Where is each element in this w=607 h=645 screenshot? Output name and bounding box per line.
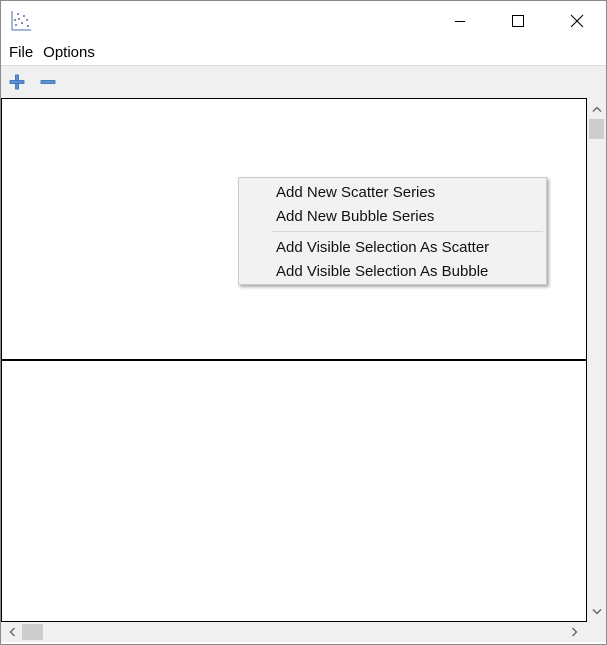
- maximize-button[interactable]: [489, 1, 547, 41]
- vertical-scrollbar[interactable]: [587, 98, 606, 622]
- menu-item-add-selection-bubble[interactable]: Add Visible Selection As Bubble: [242, 260, 543, 283]
- menu-options[interactable]: Options: [39, 42, 99, 64]
- menu-bar: File Options: [1, 41, 606, 65]
- minimize-icon: [455, 21, 465, 22]
- context-menu: Add New Scatter Series Add New Bubble Se…: [238, 177, 547, 285]
- horizontal-scroll-thumb[interactable]: [22, 624, 43, 640]
- horizontal-scrollbar[interactable]: [1, 622, 587, 642]
- plus-icon: [9, 74, 25, 90]
- scrollbar-corner: [587, 622, 606, 642]
- chevron-down-icon: [592, 608, 601, 614]
- chart-pane-bottom[interactable]: [2, 361, 586, 621]
- remove-series-button[interactable]: [38, 72, 58, 92]
- chevron-left-icon: [9, 627, 15, 637]
- close-button[interactable]: [548, 1, 606, 41]
- scroll-right-button[interactable]: [566, 622, 583, 642]
- menu-item-add-selection-scatter[interactable]: Add Visible Selection As Scatter: [242, 236, 543, 259]
- maximize-icon: [512, 15, 524, 27]
- menu-separator: [272, 231, 543, 232]
- menu-file[interactable]: File: [5, 42, 37, 64]
- menu-item-add-scatter-series[interactable]: Add New Scatter Series: [242, 181, 543, 204]
- add-series-button[interactable]: [7, 72, 27, 92]
- close-icon: [570, 14, 584, 28]
- scroll-left-button[interactable]: [3, 622, 20, 642]
- menu-item-add-bubble-series[interactable]: Add New Bubble Series: [242, 205, 543, 228]
- scatter-plot-icon: [10, 10, 32, 32]
- minus-icon: [40, 80, 56, 84]
- scroll-down-button[interactable]: [587, 603, 606, 620]
- toolbar: [1, 65, 606, 98]
- scroll-up-button[interactable]: [587, 100, 606, 117]
- app-window: File Options Add New Scatter Series Add …: [0, 0, 607, 645]
- chevron-up-icon: [592, 106, 601, 112]
- minimize-button[interactable]: [431, 1, 489, 41]
- title-bar[interactable]: [1, 1, 606, 41]
- vertical-scroll-thumb[interactable]: [589, 119, 604, 139]
- chevron-right-icon: [571, 627, 577, 637]
